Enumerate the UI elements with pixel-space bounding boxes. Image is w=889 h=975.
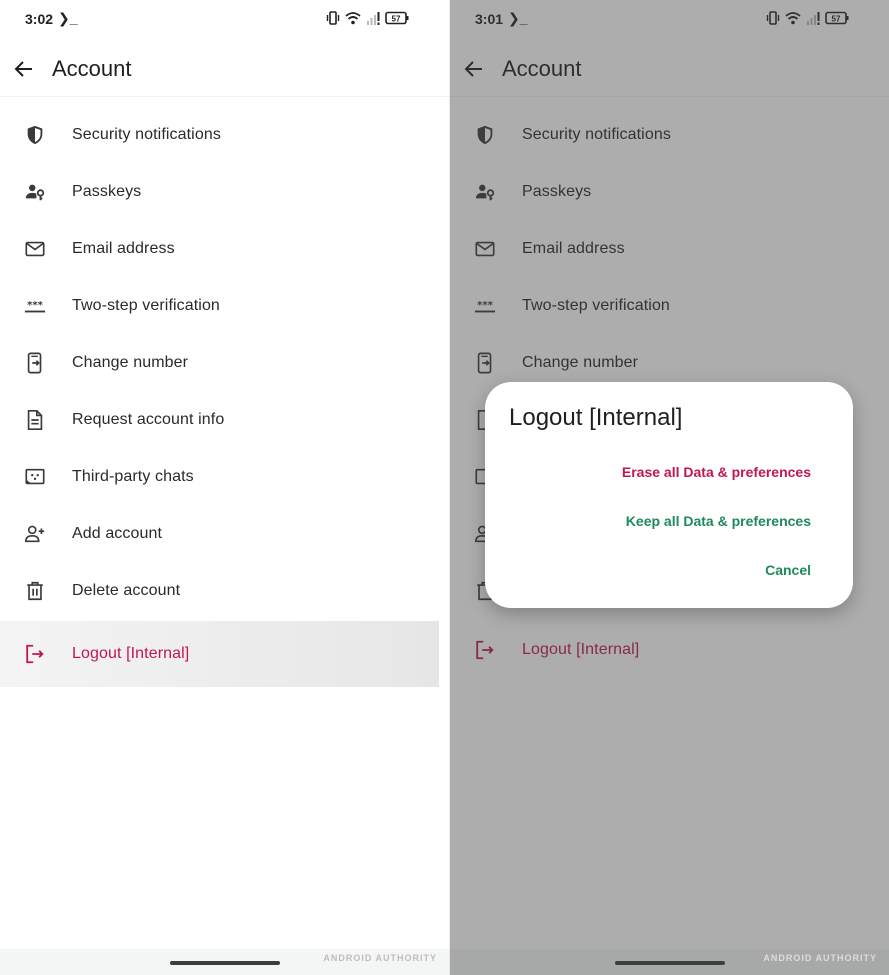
svg-text:57: 57 <box>392 15 401 24</box>
menu-item-label: Delete account <box>72 582 181 599</box>
status-bar: 3:02 ❯_ 57 <box>0 0 449 36</box>
menu-item-security-notifications[interactable]: Security notifications <box>0 106 439 164</box>
gesture-handle[interactable] <box>169 961 280 965</box>
logout-icon <box>23 642 47 666</box>
dialog-title: Logout [Internal] <box>509 404 683 431</box>
logout-dialog: Logout [Internal] Erase all Data & prefe… <box>485 382 853 608</box>
watermark: ANDROID AUTHORITY <box>323 953 437 963</box>
menu-item-label: Request account info <box>72 411 225 428</box>
status-time: 3:02 <box>25 11 54 27</box>
left-screen: 3:02 ❯_ 57 Account Security notification… <box>0 0 449 975</box>
page-title: Account <box>52 56 132 81</box>
person-add-icon <box>23 522 47 546</box>
menu-item-email-address[interactable]: Email address <box>0 220 439 278</box>
app-bar: Account <box>0 46 449 94</box>
menu-item-label: Third-party chats <box>72 468 194 485</box>
menu-item-label: Passkeys <box>72 183 142 200</box>
password-dots-icon: *** <box>23 294 47 318</box>
menu-item-label: Add account <box>72 525 163 542</box>
status-icons: 57 <box>326 10 409 26</box>
menu-item-passkeys[interactable]: Passkeys <box>0 163 439 221</box>
menu-item-label: Email address <box>72 240 175 257</box>
back-arrow-icon[interactable] <box>12 57 36 81</box>
app-bar-divider <box>0 96 449 97</box>
battery-icon: 57 <box>385 11 409 25</box>
menu-item-label: Logout [Internal] <box>72 645 190 662</box>
phone-swap-icon <box>23 351 47 375</box>
menu-item-request-account-info[interactable]: Request account info <box>0 391 439 449</box>
signal-icon <box>367 12 380 25</box>
menu-item-logout[interactable]: Logout [Internal] <box>0 621 439 687</box>
erase-data-button[interactable]: Erase all Data & preferences <box>622 464 811 480</box>
menu-item-label: Change number <box>72 354 189 371</box>
right-screen: 3:01 ❯_ 57 Account Security notification… <box>450 0 889 975</box>
wifi-icon <box>345 12 361 25</box>
vibrate-icon <box>326 11 340 25</box>
menu-item-third-party-chats[interactable]: Third-party chats <box>0 448 439 506</box>
cancel-button[interactable]: Cancel <box>765 562 811 578</box>
keep-data-button[interactable]: Keep all Data & preferences <box>626 513 811 529</box>
document-icon <box>23 408 47 432</box>
chat-box-icon <box>23 465 47 489</box>
menu-item-add-account[interactable]: Add account <box>0 505 439 563</box>
menu-item-change-number[interactable]: Change number <box>0 334 439 392</box>
menu-item-label: Security notifications <box>72 126 221 143</box>
person-key-icon <box>23 180 47 204</box>
svg-text:***: *** <box>27 300 44 311</box>
menu-item-two-step-verification[interactable]: *** Two-step verification <box>0 277 439 335</box>
watermark: ANDROID AUTHORITY <box>763 953 877 963</box>
terminal-icon: ❯_ <box>58 10 78 26</box>
menu-item-delete-account[interactable]: Delete account <box>0 562 439 620</box>
mail-icon <box>23 237 47 261</box>
shield-icon <box>23 123 47 147</box>
menu-item-label: Two-step verification <box>72 297 220 314</box>
trash-icon <box>23 579 47 603</box>
